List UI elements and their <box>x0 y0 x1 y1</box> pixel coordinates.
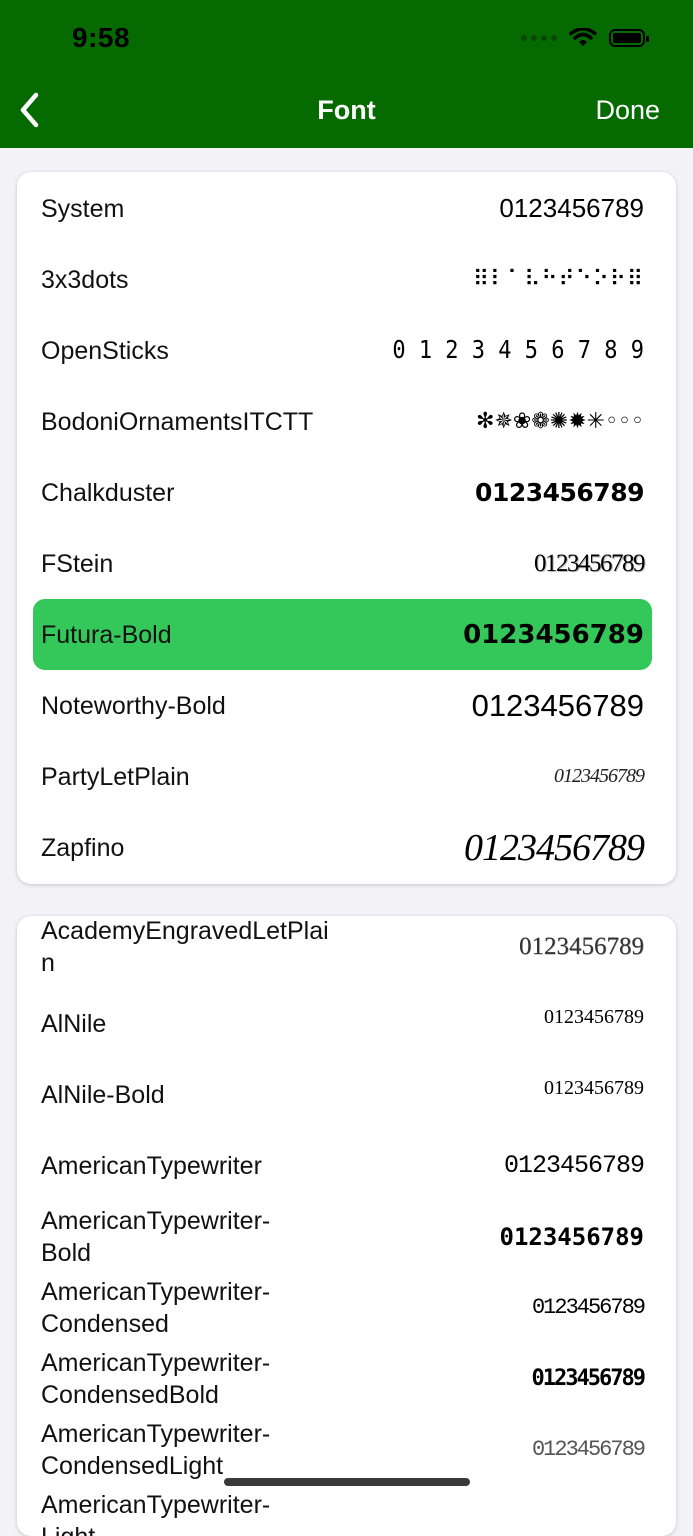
font-name: AmericanTypewriter <box>41 1150 262 1182</box>
home-indicator[interactable] <box>224 1478 470 1486</box>
font-name: FStein <box>41 548 113 580</box>
font-row-system[interactable]: System 0123456789 <box>33 173 652 244</box>
done-button[interactable]: Done <box>595 95 660 126</box>
font-name: AlNile-Bold <box>41 1079 165 1111</box>
font-sample: 0123456789 <box>463 620 644 650</box>
font-name: System <box>41 193 124 225</box>
font-name: AmericanTypewriter-Bold <box>41 1205 311 1269</box>
font-name: AmericanTypewriter-Light <box>41 1489 311 1536</box>
font-row-alnile[interactable]: AlNile 0123456789 <box>33 988 652 1059</box>
cellular-signal-icon <box>521 35 557 41</box>
font-sample: 0123456789 <box>472 688 644 724</box>
font-sample: ⠿⠇⠁⠧⠓⠞⠑⠕⠗⠿ <box>473 267 644 292</box>
font-name: Noteworthy-Bold <box>41 690 226 722</box>
font-name: AmericanTypewriter-Condensed <box>41 1276 311 1340</box>
featured-fonts-list: System 0123456789 3x3dots ⠿⠇⠁⠧⠓⠞⠑⠕⠗⠿ Ope… <box>17 172 676 884</box>
font-row-partyletplain[interactable]: PartyLetPlain 0123456789 <box>33 741 652 812</box>
font-sample: 0123456789 <box>532 1295 644 1320</box>
font-name: PartyLetPlain <box>41 761 190 793</box>
font-row-chalkduster[interactable]: Chalkduster 0123456789 <box>33 457 652 528</box>
font-row-bodoniornaments[interactable]: BodoniOrnamentsITCTT ✻✵❀❁✺✹✳◦◦◦ <box>33 386 652 457</box>
font-row-noteworthy-bold[interactable]: Noteworthy-Bold 0123456789 <box>33 670 652 741</box>
font-name: AlNile <box>41 1008 106 1040</box>
font-row-americantypewriter-condensedlight[interactable]: AmericanTypewriter-CondensedLight 012345… <box>33 1414 652 1485</box>
font-sample: 0123456789 <box>499 193 644 224</box>
font-name: AmericanTypewriter-CondensedLight <box>41 1418 311 1482</box>
battery-icon <box>609 29 645 47</box>
font-sample: 0123456789 <box>544 1006 644 1029</box>
font-sample: 0123456789 <box>464 826 644 870</box>
font-sample: 0123456789 <box>475 478 644 507</box>
font-row-americantypewriter[interactable]: AmericanTypewriter 0123456789 <box>33 1130 652 1201</box>
status-time: 9:58 <box>72 22 130 54</box>
font-row-americantypewriter-bold[interactable]: AmericanTypewriter-Bold 0123456789 <box>33 1201 652 1272</box>
font-name: AcademyEngravedLetPlain <box>41 916 341 979</box>
font-row-alnile-bold[interactable]: AlNile-Bold 0123456789 <box>33 1059 652 1130</box>
font-row-academyengravedletplain[interactable]: AcademyEngravedLetPlain 0123456789 <box>33 916 652 982</box>
font-sample: 0123456789 <box>519 933 644 961</box>
font-sample: 0123456789 <box>500 1223 645 1251</box>
font-sample: 0123456789 <box>534 550 644 578</box>
font-name: Zapfino <box>41 832 124 864</box>
font-sample: 0123456789 <box>532 1437 644 1462</box>
font-sample: 0123456789 <box>532 1366 644 1391</box>
font-name: AmericanTypewriter-CondensedBold <box>41 1347 311 1411</box>
font-name: Futura-Bold <box>41 619 172 651</box>
font-row-3x3dots[interactable]: 3x3dots ⠿⠇⠁⠧⠓⠞⠑⠕⠗⠿ <box>33 244 652 315</box>
navigation-header: 9:58 Font Done <box>0 0 693 148</box>
font-name: Chalkduster <box>41 477 174 509</box>
page-title: Font <box>0 95 693 126</box>
font-sample: 0123456789 <box>554 765 644 788</box>
font-row-zapfino[interactable]: Zapfino 0123456789 <box>33 812 652 883</box>
wifi-icon <box>569 28 597 48</box>
font-row-americantypewriter-condensed[interactable]: AmericanTypewriter-Condensed 0123456789 <box>33 1272 652 1343</box>
font-row-americantypewriter-condensedbold[interactable]: AmericanTypewriter-CondensedBold 0123456… <box>33 1343 652 1414</box>
font-row-americantypewriter-light[interactable]: AmericanTypewriter-Light <box>33 1485 652 1536</box>
font-sample: 0123456789 <box>504 1151 644 1180</box>
font-name: BodoniOrnamentsITCTT <box>41 406 313 438</box>
all-fonts-list: AcademyEngravedLetPlain 0123456789 AlNil… <box>17 916 676 1536</box>
font-sample: 0123456789 <box>544 1077 644 1100</box>
font-sample: 0 1 2 3 4 5 6 7 8 9 <box>392 336 644 365</box>
font-name: OpenSticks <box>41 335 169 367</box>
font-row-opensticks[interactable]: OpenSticks 0 1 2 3 4 5 6 7 8 9 <box>33 315 652 386</box>
font-sample: ✻✵❀❁✺✹✳◦◦◦ <box>476 409 644 434</box>
status-icons <box>521 28 645 48</box>
font-row-fstein[interactable]: FStein 0123456789 <box>33 528 652 599</box>
font-row-futura-bold[interactable]: Futura-Bold 0123456789 <box>33 599 652 670</box>
font-name: 3x3dots <box>41 264 129 296</box>
